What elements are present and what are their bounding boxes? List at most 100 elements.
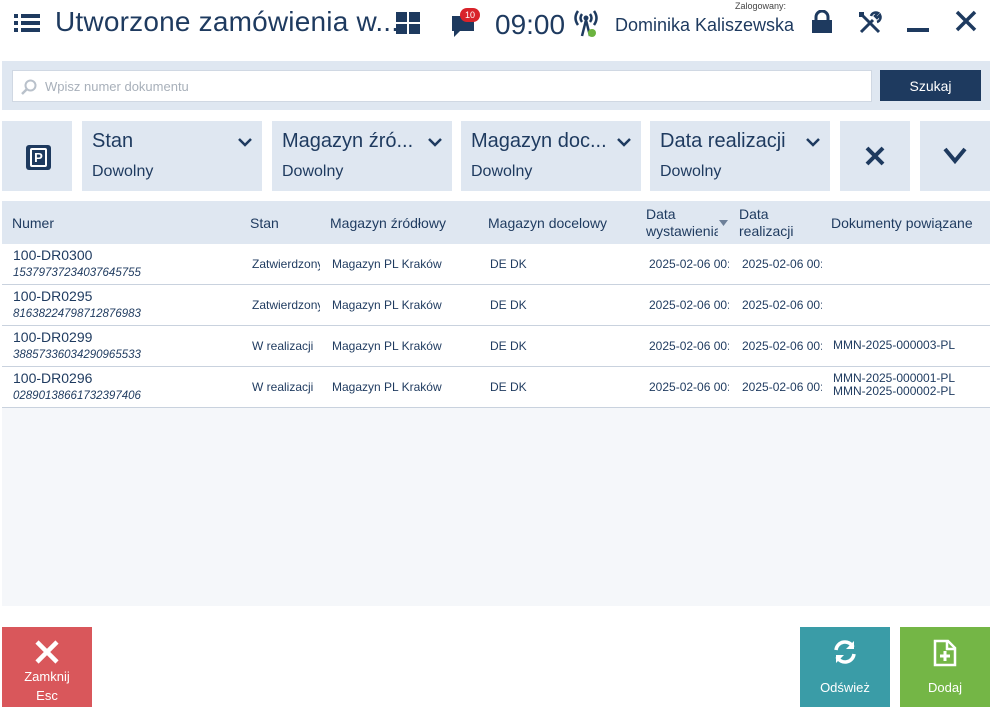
col-numer[interactable]: Numer xyxy=(12,215,54,232)
row-source-warehouse: Magazyn PL Kraków xyxy=(332,257,442,271)
filter-value: Dowolny xyxy=(282,163,344,180)
add-button-label: Dodaj xyxy=(928,680,962,695)
search-input[interactable] xyxy=(45,71,865,101)
tools-icon[interactable] xyxy=(857,10,883,36)
clear-icon xyxy=(865,146,885,166)
row-source-warehouse: Magazyn PL Kraków xyxy=(332,380,442,394)
filter-value: Dowolny xyxy=(92,163,154,180)
chevron-down-icon xyxy=(806,138,820,147)
table-row[interactable]: 100-DR0296 02890138661732397406 W realiz… xyxy=(2,367,990,408)
filter-label: Magazyn doc... xyxy=(471,130,607,152)
clock: 09:00 xyxy=(495,9,566,40)
row-target-warehouse: DE DK xyxy=(490,380,527,394)
col-label-line: wystawienia xyxy=(646,223,718,239)
row-realization-date: 2025-02-06 00:00 xyxy=(742,339,822,353)
parking-icon: P xyxy=(26,145,51,170)
filter-label: Magazyn źró... xyxy=(282,130,414,152)
search-bar: Szukaj xyxy=(2,61,990,110)
chevron-down-icon xyxy=(617,138,631,147)
table-row[interactable]: 100-DR0295 81638224798712876983 Zatwierd… xyxy=(2,285,990,326)
row-issue-date: 2025-02-06 00:00 xyxy=(649,380,729,394)
col-dokumenty-powiazane[interactable]: Dokumenty powiązane xyxy=(831,215,973,232)
row-source-warehouse: Magazyn PL Kraków xyxy=(332,339,442,353)
row-issue-date: 2025-02-06 00:00 xyxy=(649,298,729,312)
related-doc[interactable]: MMN-2025-000002-PL xyxy=(833,385,955,398)
col-label-line: Data xyxy=(646,206,676,222)
row-status: W realizacji xyxy=(252,339,314,353)
close-icon xyxy=(35,640,59,664)
col-magazyn-zrodlowy[interactable]: Magazyn źródłowy xyxy=(330,215,446,232)
minimize-icon[interactable] xyxy=(906,10,930,34)
filter-value: Dowolny xyxy=(660,163,722,180)
close-button-shortcut: Esc xyxy=(36,688,58,703)
chevron-down-icon xyxy=(428,138,442,147)
row-realization-date: 2025-02-06 00:00 xyxy=(742,298,822,312)
col-label-line: realizacji xyxy=(739,223,794,239)
row-target-warehouse: DE DK xyxy=(490,339,527,353)
filter-label: Stan xyxy=(92,130,134,152)
notification-badge: 10 xyxy=(460,8,480,22)
filter-data-realizacji[interactable]: Data realizacji Dowolny xyxy=(650,121,830,191)
row-target-warehouse: DE DK xyxy=(490,298,527,312)
col-stan[interactable]: Stan xyxy=(250,215,279,232)
row-status: Zatwierdzony xyxy=(252,298,320,312)
row-ean: 02890138661732397406 xyxy=(13,390,141,402)
add-button[interactable]: Dodaj xyxy=(900,627,990,707)
filter-bar: P Stan Dowolny Magazyn źró... Dowolny Ma… xyxy=(0,121,996,191)
row-related-docs: MMN-2025-000003-PL xyxy=(833,339,955,352)
filter-label: Data realizacji xyxy=(660,130,786,152)
row-status: Zatwierdzony xyxy=(252,257,320,271)
hamburger-menu-icon[interactable] xyxy=(14,11,42,35)
row-source-warehouse: Magazyn PL Kraków xyxy=(332,298,442,312)
row-realization-date: 2025-02-06 00:00 xyxy=(742,380,822,394)
user-name[interactable]: Dominika Kaliszewska xyxy=(615,15,794,36)
col-label-line: Data xyxy=(739,206,769,222)
close-window-icon[interactable] xyxy=(955,10,977,32)
close-button[interactable]: Zamknij Esc xyxy=(2,627,92,707)
row-ean: 38857336034290965533 xyxy=(13,349,141,361)
title-bar: Utworzone zamówienia w... 10 09:00 Zalog… xyxy=(0,0,996,50)
row-number: 100-DR0296 xyxy=(13,370,93,386)
table-row[interactable]: 100-DR0300 15379737234037645755 Zatwierd… xyxy=(2,244,990,285)
col-data-wystawienia[interactable]: Data wystawienia xyxy=(646,206,718,240)
row-issue-date: 2025-02-06 00:00 xyxy=(649,257,729,271)
refresh-button[interactable]: Odśwież xyxy=(800,627,890,707)
expand-filters-button[interactable] xyxy=(920,121,990,191)
table-header: Numer Stan Magazyn źródłowy Magazyn doce… xyxy=(2,201,990,244)
refresh-button-label: Odśwież xyxy=(820,680,870,695)
row-issue-date: 2025-02-06 00:00 xyxy=(649,339,729,353)
col-magazyn-docelowy[interactable]: Magazyn docelowy xyxy=(488,215,607,232)
row-status: W realizacji xyxy=(252,380,314,394)
close-button-label: Zamknij xyxy=(24,669,70,684)
table-row[interactable]: 100-DR0299 38857336034290965533 W realiz… xyxy=(2,326,990,367)
related-doc[interactable]: MMN-2025-000003-PL xyxy=(833,339,955,352)
refresh-icon xyxy=(834,640,856,664)
row-number: 100-DR0299 xyxy=(13,329,93,345)
search-button[interactable]: Szukaj xyxy=(880,70,981,101)
filter-stan[interactable]: Stan Dowolny xyxy=(82,121,262,191)
clear-filters-button[interactable] xyxy=(840,121,910,191)
filter-magazyn-zrodlowy[interactable]: Magazyn źró... Dowolny xyxy=(272,121,452,191)
row-realization-date: 2025-02-06 00:00 xyxy=(742,257,822,271)
documents-table: Numer Stan Magazyn źródłowy Magazyn doce… xyxy=(2,201,990,606)
filter-magazyn-docelowy[interactable]: Magazyn doc... Dowolny xyxy=(461,121,641,191)
table-body: 100-DR0300 15379737234037645755 Zatwierd… xyxy=(2,244,990,408)
search-icon xyxy=(21,79,37,95)
add-document-icon xyxy=(933,639,957,667)
lock-icon[interactable] xyxy=(810,10,834,34)
connection-signal-icon xyxy=(574,10,598,37)
row-number: 100-DR0295 xyxy=(13,288,93,304)
sort-desc-icon xyxy=(719,220,728,226)
search-field[interactable] xyxy=(12,70,872,102)
row-ean: 81638224798712876983 xyxy=(13,308,141,320)
col-data-realizacji[interactable]: Data realizacji xyxy=(739,206,793,240)
row-number: 100-DR0300 xyxy=(13,247,93,263)
logged-in-label: Zalogowany: xyxy=(735,1,787,11)
row-ean: 15379737234037645755 xyxy=(13,267,141,279)
chevron-down-icon xyxy=(238,138,252,147)
parking-filter-button[interactable]: P xyxy=(2,121,72,191)
window-title: Utworzone zamówienia w... xyxy=(55,6,400,37)
chevron-down-icon xyxy=(943,147,967,165)
tiles-icon[interactable] xyxy=(396,12,420,34)
row-target-warehouse: DE DK xyxy=(490,257,527,271)
